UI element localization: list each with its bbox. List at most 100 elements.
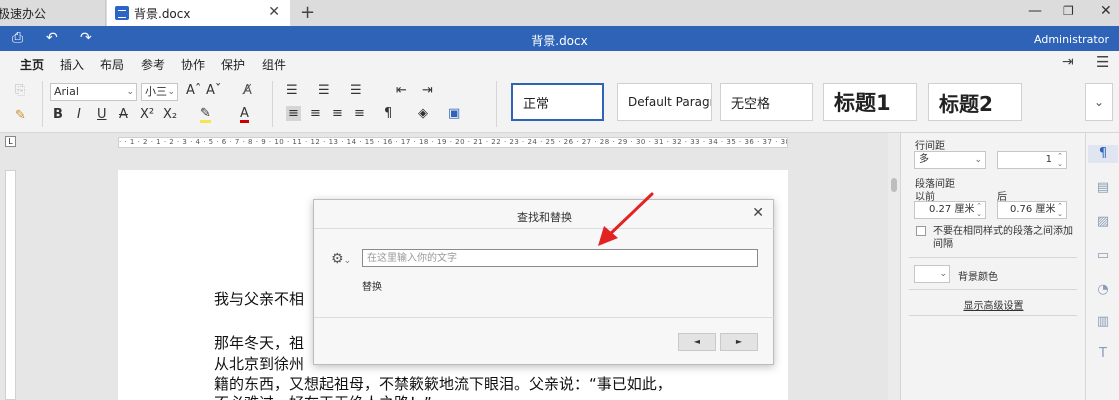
find-next-button[interactable]: ► — [720, 333, 758, 351]
horizontal-ruler[interactable]: · · 1 · 2 · 1 · 2 · 3 · 4 · 5 · 6 · 7 · … — [118, 137, 788, 148]
menu-layout[interactable]: 布局 — [100, 56, 124, 73]
increase-font-icon[interactable]: Aˆ — [186, 83, 201, 98]
tab-bar: 极速办公 背景.docx ✕ + — ❐ ✕ — [0, 0, 1119, 26]
superscript-icon[interactable]: X² — [140, 107, 154, 122]
vertical-scrollbar[interactable] — [888, 133, 900, 400]
italic-icon[interactable]: I — [77, 107, 81, 122]
spacing-after-input[interactable]: 0.76 厘米 ⌃ ⌄ — [997, 201, 1067, 219]
style-label: 正常 — [523, 96, 550, 112]
paragraph-settings-panel: 行间距 多 ⌄ 1 ⌃ ⌄ 段落间距 以前 后 0.27 厘米 ⌃ ⌄ 0.76 厘… — [900, 133, 1085, 400]
font-color-icon[interactable]: A — [240, 107, 249, 123]
styles-expand-button[interactable]: ⌄ — [1085, 83, 1113, 121]
menu-home[interactable]: 主页 — [17, 56, 47, 77]
bullet-list-icon[interactable]: ☰ — [286, 83, 298, 98]
chevron-down-icon: ⌄ — [167, 87, 175, 97]
image-settings-icon[interactable]: ▨ — [1094, 213, 1112, 231]
format-painter-icon[interactable]: ✎ — [15, 108, 26, 123]
font-size-select[interactable]: 小三 ⌄ — [141, 83, 178, 101]
align-center-icon[interactable]: ≡ — [310, 106, 321, 121]
paragraph-mark-icon[interactable]: ¶ — [384, 106, 392, 121]
line-spacing-mode-value: 多 — [919, 154, 929, 165]
scroll-thumb[interactable] — [891, 178, 897, 192]
highlight-icon[interactable]: ✎ — [200, 107, 211, 123]
strikethrough-icon[interactable]: A — [119, 107, 128, 122]
decrease-indent-icon[interactable]: ⇤ — [396, 83, 407, 98]
table-settings-icon[interactable]: ▤ — [1094, 179, 1112, 197]
align-justify-icon[interactable]: ≡ — [354, 106, 365, 121]
text-art-icon[interactable]: T — [1094, 345, 1112, 363]
decrease-font-icon[interactable]: Aˇ — [206, 83, 221, 98]
close-icon[interactable]: ✕ — [752, 205, 764, 221]
chevron-down-icon: ⌄ — [1094, 95, 1105, 109]
header-footer-icon[interactable]: ▭ — [1094, 247, 1112, 265]
divider — [496, 81, 497, 127]
chevron-down-icon: ⌄ — [939, 269, 947, 279]
spacing-after-value: 0.76 厘米 — [1010, 204, 1056, 215]
bold-icon[interactable]: B — [53, 107, 63, 122]
chevron-down-icon: ⌄ — [126, 87, 134, 97]
spinner-icon[interactable]: ⌃ ⌄ — [1057, 152, 1063, 168]
close-tab-icon[interactable]: ✕ — [268, 4, 280, 20]
style-normal[interactable]: 正常 — [511, 83, 604, 121]
style-default-paragraph[interactable]: Default Paragr — [617, 83, 712, 121]
spacing-before-value: 0.27 厘米 — [929, 204, 975, 215]
minimize-icon[interactable]: — — [1028, 3, 1042, 19]
menu-insert[interactable]: 插入 — [60, 56, 84, 73]
menu-collaborate[interactable]: 协作 — [181, 56, 205, 73]
style-label: 标题1 — [834, 91, 891, 115]
style-heading-1[interactable]: 标题1 — [823, 83, 917, 121]
background-color-picker[interactable]: ⌄ — [914, 265, 950, 283]
tab-stop-selector[interactable]: L — [5, 136, 16, 147]
multilevel-list-icon[interactable]: ☰ — [350, 83, 362, 98]
line-spacing-mode-select[interactable]: 多 ⌄ — [914, 151, 986, 169]
restore-icon[interactable]: ❐ — [1063, 4, 1074, 18]
shape-settings-icon[interactable]: ◔ — [1094, 281, 1112, 299]
underline-icon[interactable]: U — [97, 107, 107, 122]
increase-indent-icon[interactable]: ⇥ — [422, 83, 433, 98]
tab-jisu-office[interactable]: 极速办公 — [0, 0, 106, 26]
menu-references[interactable]: 参考 — [141, 56, 165, 73]
spinner-icon[interactable]: ⌃ ⌄ — [976, 202, 982, 218]
gear-icon[interactable]: ⚙⌄ — [331, 251, 351, 267]
title-bar: ⎙ ↶ ↷ 背景.docx Administrator — [0, 26, 1119, 51]
show-advanced-settings-link[interactable]: 显示高级设置 — [901, 297, 1086, 312]
replace-link[interactable]: 替换 — [362, 278, 382, 293]
chevron-down-icon: ⌄ — [343, 256, 352, 266]
font-name-value: Arial — [54, 85, 79, 98]
clear-format-icon[interactable]: A̸ — [243, 83, 252, 98]
menu-protect[interactable]: 保护 — [221, 56, 245, 73]
paragraph-settings-icon[interactable]: ¶ — [1088, 145, 1118, 163]
divider — [272, 81, 273, 127]
search-input[interactable] — [362, 249, 758, 267]
chart-settings-icon[interactable]: ▥ — [1094, 313, 1112, 331]
copy-icon[interactable]: ⎘ — [15, 83, 25, 98]
borders-icon[interactable]: ▣ — [448, 106, 460, 121]
menu-plugins[interactable]: 组件 — [262, 56, 286, 73]
line-spacing-value-input[interactable]: 1 ⌃ ⌄ — [997, 151, 1067, 169]
style-heading-2[interactable]: 标题2 — [928, 83, 1022, 121]
spacing-before-input[interactable]: 0.27 厘米 ⌃ ⌄ — [914, 201, 986, 219]
find-previous-button[interactable]: ◄ — [678, 333, 716, 351]
font-name-select[interactable]: Arial ⌄ — [50, 83, 137, 101]
hamburger-menu-icon[interactable]: ☰ — [1096, 53, 1109, 71]
tab-document[interactable]: 背景.docx ✕ — [107, 0, 290, 26]
spinner-icon[interactable]: ⌃ ⌄ — [1057, 202, 1063, 218]
background-color-label: 背景颜色 — [958, 272, 998, 283]
paragraph-line: 从北京到徐州 — [214, 355, 305, 373]
align-left-icon[interactable]: ≡ — [286, 106, 301, 121]
close-window-icon[interactable]: ✕ — [1100, 3, 1112, 19]
document-title: 背景.docx — [531, 34, 588, 48]
paragraph-line: 我与父亲不相 — [214, 290, 305, 308]
no-space-checkbox[interactable] — [916, 226, 926, 236]
user-name: Administrator — [1034, 33, 1109, 46]
open-location-icon[interactable]: ⇥ — [1062, 54, 1074, 70]
numbered-list-icon[interactable]: ☰ — [318, 83, 330, 98]
menu-bar: 主页 插入 布局 参考 协作 保护 组件 ⇥ ☰ — [0, 51, 1119, 77]
align-right-icon[interactable]: ≡ — [332, 106, 343, 121]
style-label: 无空格 — [731, 96, 771, 112]
ribbon-toolbar: ⎘ ✎ Arial ⌄ 小三 ⌄ Aˆ Aˇ A̸ B I U A X² X₂ … — [0, 75, 1119, 133]
subscript-icon[interactable]: X₂ — [163, 107, 177, 122]
new-tab-icon[interactable]: + — [300, 2, 315, 23]
style-no-spacing[interactable]: 无空格 — [720, 83, 813, 121]
shading-icon[interactable]: ◈ — [418, 106, 428, 121]
